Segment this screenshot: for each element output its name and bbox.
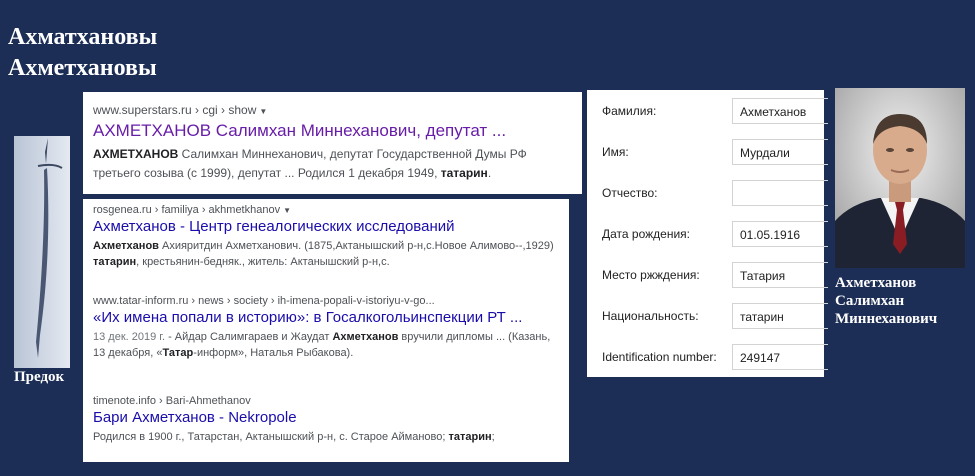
- result-url[interactable]: timenote.info › Bari-Ahmethanov: [93, 395, 251, 407]
- portrait-photo: [835, 88, 965, 268]
- birth-date-field[interactable]: 01.05.1916: [732, 221, 828, 247]
- id-number-field[interactable]: 249147: [732, 344, 828, 370]
- form-label: Отчество:: [602, 186, 658, 200]
- portrait-caption-line-1: Ахметханов: [835, 275, 917, 291]
- dropdown-arrow-icon[interactable]: ▼: [259, 107, 267, 116]
- form-label: Identification number:: [602, 350, 717, 364]
- dropdown-arrow-icon[interactable]: ▼: [283, 206, 291, 215]
- ancestor-caption: Предок: [14, 369, 65, 385]
- result-title-link[interactable]: Ахметханов - Центр генеалогических иссле…: [93, 218, 561, 235]
- portrait-caption-line-3: Миннеханович: [835, 311, 938, 327]
- search-results-card-2: rosgenea.ru › familiya › akhmetkhanov ▼ А…: [83, 199, 569, 462]
- result-cite[interactable]: timenote.info › Bari-Ahmethanov: [93, 395, 561, 407]
- birth-place-field[interactable]: Татария: [732, 262, 828, 288]
- search-result: www.tatar-inform.ru › news › society › i…: [93, 295, 561, 361]
- nationality-field[interactable]: татарин: [732, 303, 828, 329]
- form-label: Национальность:: [602, 309, 699, 323]
- form-label: Фамилия:: [602, 104, 657, 118]
- result-url[interactable]: www.superstars.ru › cgi › show: [93, 103, 256, 117]
- portrait-caption: Ахметханов Салимхан Миннеханович: [835, 274, 937, 328]
- result-title-link[interactable]: «Их имена попали в историю»: в Госалкого…: [93, 309, 561, 326]
- search-result-card-1: www.superstars.ru › cgi › show ▼ АХМЕТХАН…: [83, 92, 582, 194]
- result-cite[interactable]: www.superstars.ru › cgi › show ▼: [93, 103, 574, 117]
- form-row-surname: Фамилия: Ахметханов: [587, 96, 828, 126]
- form-row-birth-place: Место ржждения: Татария: [587, 260, 828, 290]
- result-title-link[interactable]: АХМЕТХАНОВ Салимхан Миннеханович, депута…: [93, 121, 574, 141]
- search-result: www.superstars.ru › cgi › show ▼ АХМЕТХАН…: [93, 103, 574, 183]
- sword-image: [14, 130, 70, 368]
- result-cite[interactable]: rosgenea.ru › familiya › akhmetkhanov ▼: [93, 204, 561, 216]
- result-url[interactable]: rosgenea.ru › familiya › akhmetkhanov: [93, 204, 280, 216]
- form-row-id-number: Identification number: 249147: [587, 342, 828, 372]
- form-row-patronymic: Отчество:: [587, 178, 828, 208]
- result-snippet: 13 дек. 2019 г. - Айдар Салимгараев и Жа…: [93, 331, 551, 359]
- result-cite[interactable]: www.tatar-inform.ru › news › society › i…: [93, 295, 561, 307]
- surname-field[interactable]: Ахметханов: [732, 98, 828, 124]
- title-line-2: Ахметхановы: [8, 55, 157, 81]
- form-label: Место ржждения:: [602, 268, 700, 282]
- title-line-1: Ахматхановы: [8, 24, 158, 50]
- page-title: Ахматхановы Ахметхановы: [8, 22, 157, 84]
- result-snippet: Родился в 1900 г., Татарстан, Актанышски…: [93, 431, 495, 443]
- result-snippet: Ахметханов Ахияритдин Ахметханович. (187…: [93, 240, 554, 268]
- result-title-link[interactable]: Бари Ахметханов - Nekropole: [93, 409, 561, 426]
- form-label: Дата рождения:: [602, 227, 690, 241]
- form-row-nationality: Национальность: татарин: [587, 301, 828, 331]
- portrait-caption-line-2: Салимхан: [835, 293, 905, 309]
- form-row-birth-date: Дата рождения: 01.05.1916: [587, 219, 828, 249]
- result-snippet: АХМЕТХАНОВ Салимхан Миннеханович, депута…: [93, 147, 527, 180]
- person-record-form: Фамилия: Ахметханов Имя: Мурдали Отчеств…: [587, 90, 828, 377]
- search-result: rosgenea.ru › familiya › akhmetkhanov ▼ А…: [93, 204, 561, 270]
- patronymic-field[interactable]: [732, 180, 828, 206]
- result-url[interactable]: www.tatar-inform.ru › news › society › i…: [93, 295, 435, 307]
- form-row-name: Имя: Мурдали: [587, 137, 828, 167]
- name-field[interactable]: Мурдали: [732, 139, 828, 165]
- form-label: Имя:: [602, 145, 629, 159]
- search-result: timenote.info › Bari-Ahmethanov Бари Ахм…: [93, 395, 561, 445]
